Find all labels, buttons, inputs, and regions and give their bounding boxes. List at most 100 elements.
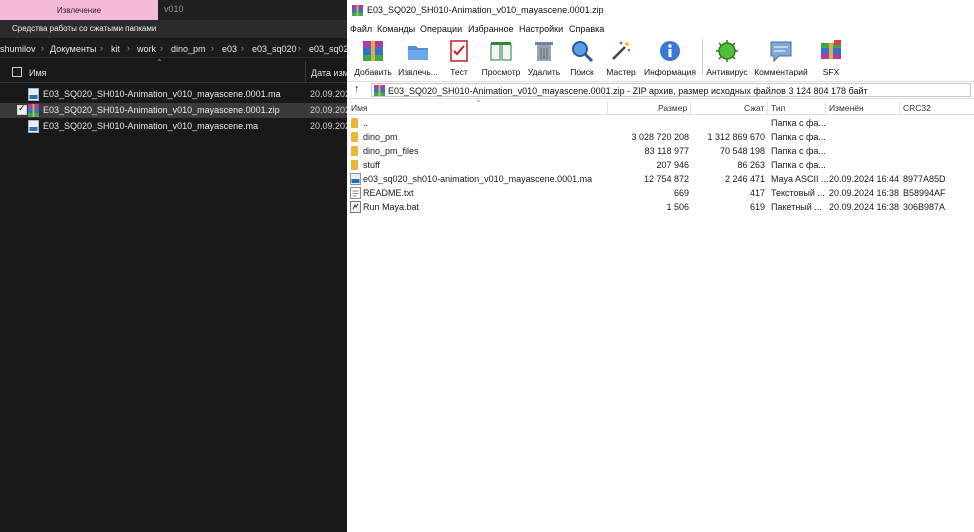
file-date: 20.09.2024: [310, 89, 347, 99]
column-divider[interactable]: [899, 101, 900, 114]
row-modified: 20.09.2024 16:44: [829, 174, 900, 184]
breadcrumb-item[interactable]: work: [137, 44, 156, 54]
view-button[interactable]: Просмотр: [479, 36, 523, 80]
column-header-size[interactable]: Размер: [658, 103, 687, 113]
archive-row[interactable]: Run Maya.bat 1 506 619 Пакетный ... 20.0…: [347, 200, 974, 214]
window-title: E03_SQ020_SH010-Animation_v010_mayascene…: [367, 5, 604, 15]
row-size: 207 946: [656, 160, 689, 170]
maya-file-icon: [350, 173, 361, 185]
column-header-modified[interactable]: Изменён: [829, 103, 864, 113]
column-divider[interactable]: [825, 101, 826, 114]
toolbar: Добавить Извлечь... Тест Просмотр Удалит…: [347, 36, 974, 80]
row-name: ..: [363, 118, 369, 128]
chevron-right-icon: ›: [41, 43, 44, 53]
ribbon-tab-bar: Извлечение v010: [0, 0, 347, 20]
ribbon-subtitle[interactable]: Средства работы со сжатыми папками: [12, 24, 156, 33]
file-explorer-window: Извлечение v010 Средства работы со сжаты…: [0, 0, 347, 532]
row-packed: 417: [749, 188, 765, 198]
folder-icon: [351, 146, 358, 156]
sort-arrow-icon: ⌃: [475, 99, 482, 108]
breadcrumb-item[interactable]: e03: [222, 44, 237, 54]
file-row[interactable]: E03_SQ020_SH010-Animation_v010_mayascene…: [0, 87, 347, 102]
comment-button[interactable]: Комментарий: [751, 36, 811, 80]
breadcrumb-item[interactable]: kit: [111, 44, 120, 54]
column-header-name[interactable]: Имя: [351, 103, 368, 113]
menu-file[interactable]: Файл: [350, 24, 372, 34]
row-type: Maya ASCII ...: [771, 174, 829, 184]
file-list-header: ⌃ Имя Дата измен: [0, 58, 347, 83]
path-text: E03_SQ020_SH010-Animation_v010_mayascene…: [388, 86, 868, 96]
row-checkbox[interactable]: [17, 103, 27, 115]
delete-button[interactable]: Удалить: [525, 36, 563, 80]
menu-operations[interactable]: Операции: [420, 24, 462, 34]
row-name: README.txt: [363, 188, 414, 198]
column-divider[interactable]: [690, 101, 691, 114]
path-field[interactable]: E03_SQ020_SH010-Animation_v010_mayascene…: [371, 83, 971, 97]
breadcrumb[interactable]: shumilov › Документы › kit › work › dino…: [0, 40, 347, 58]
chevron-right-icon: ›: [100, 43, 103, 53]
chevron-right-icon: ›: [241, 43, 244, 53]
archive-row[interactable]: dino_pm 3 028 720 208 1 312 869 670 Папк…: [347, 130, 974, 144]
archive-row-parent[interactable]: .. Папка с фа...: [347, 116, 974, 130]
test-button[interactable]: Тест: [443, 36, 475, 80]
menu-help[interactable]: Справка: [569, 24, 604, 34]
file-row[interactable]: E03_SQ020_SH010-Animation_v010_mayascene…: [0, 119, 347, 134]
chevron-right-icon: ›: [211, 43, 214, 53]
tab-folder-name[interactable]: v010: [164, 4, 184, 14]
column-divider[interactable]: [767, 101, 768, 114]
sfx-button[interactable]: SFX: [813, 36, 849, 80]
view-icon: [490, 42, 512, 61]
row-packed: 70 548 198: [719, 146, 765, 156]
antivirus-button[interactable]: Антивирус: [705, 36, 749, 80]
menu-settings[interactable]: Настройки: [519, 24, 563, 34]
breadcrumb-item[interactable]: e03_sq02: [309, 44, 347, 54]
file-name: E03_SQ020_SH010-Animation_v010_mayascene…: [43, 105, 280, 115]
column-header-name[interactable]: Имя: [29, 68, 47, 78]
delete-icon: [535, 42, 553, 61]
row-packed: 2 246 471: [724, 174, 765, 184]
column-header-date[interactable]: Дата измен: [311, 68, 347, 78]
column-divider[interactable]: [607, 101, 608, 114]
wizard-button[interactable]: Мастер: [601, 36, 641, 80]
row-packed: 619: [749, 202, 765, 212]
add-button[interactable]: Добавить: [351, 36, 395, 80]
add-label: Добавить: [354, 67, 392, 77]
row-type: Пакетный ...: [771, 202, 822, 212]
batch-file-icon: [350, 201, 361, 213]
maya-file-icon: [28, 120, 39, 133]
row-crc: 306B987A: [903, 202, 946, 212]
winrar-logo-icon: [352, 5, 363, 16]
chevron-right-icon: ›: [160, 43, 163, 53]
info-button[interactable]: Информация: [641, 36, 699, 80]
find-button[interactable]: Поиск: [565, 36, 599, 80]
add-icon: [363, 41, 383, 61]
breadcrumb-item[interactable]: e03_sq020: [252, 44, 297, 54]
menu-bar: Файл Команды Операции Избранное Настройк…: [347, 22, 974, 36]
column-header-crc[interactable]: CRC32: [903, 103, 931, 113]
archive-row[interactable]: README.txt 669 417 Текстовый ... 20.09.2…: [347, 186, 974, 200]
arrow-up-icon[interactable]: ↑: [354, 83, 360, 95]
row-name: dino_pm: [363, 132, 398, 142]
column-header-packed[interactable]: Сжат: [744, 103, 764, 113]
wizard-label: Мастер: [606, 67, 636, 77]
tab-extract[interactable]: Извлечение: [0, 0, 158, 20]
row-packed: 1 312 869 670: [707, 132, 765, 142]
breadcrumb-item[interactable]: dino_pm: [171, 44, 206, 54]
menu-favorites[interactable]: Избранное: [468, 24, 514, 34]
archive-row[interactable]: dino_pm_files 83 118 977 70 548 198 Папк…: [347, 144, 974, 158]
title-bar[interactable]: E03_SQ020_SH010-Animation_v010_mayascene…: [347, 0, 974, 22]
extract-button[interactable]: Извлечь...: [395, 36, 441, 80]
file-row-selected[interactable]: E03_SQ020_SH010-Animation_v010_mayascene…: [0, 103, 347, 118]
breadcrumb-item[interactable]: shumilov: [0, 44, 36, 54]
menu-commands[interactable]: Команды: [377, 24, 415, 34]
archive-row[interactable]: stuff 207 946 86 263 Папка с фа...: [347, 158, 974, 172]
folder-icon: [351, 118, 358, 128]
column-divider[interactable]: [305, 61, 306, 83]
sort-arrow-icon: ⌃: [156, 58, 163, 67]
archive-row[interactable]: e03_sq020_sh010-animation_v010_mayascene…: [347, 172, 974, 186]
row-crc: 8977A85D: [903, 174, 946, 184]
select-all-checkbox[interactable]: [12, 67, 22, 77]
column-header-type[interactable]: Тип: [771, 103, 785, 113]
breadcrumb-item[interactable]: Документы: [50, 44, 96, 54]
file-date: 20.09.2024: [310, 105, 347, 115]
